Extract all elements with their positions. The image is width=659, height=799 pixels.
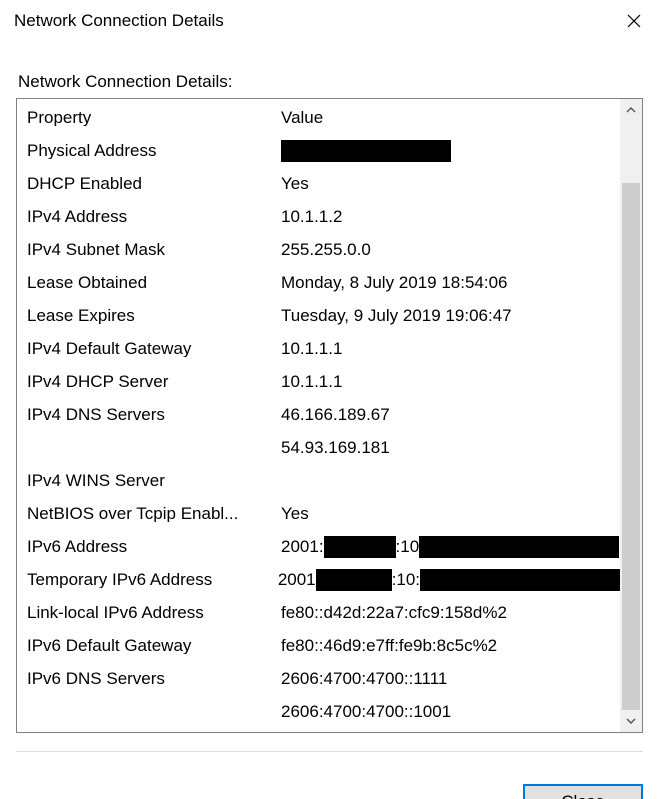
table-row: IPv6 DNS Servers 2606:4700:4700::1111 (27, 662, 620, 695)
table-row: IPv4 Default Gateway 10.1.1.1 (27, 332, 620, 365)
table-row: IPv4 DNS Servers 46.166.189.67 (27, 398, 620, 431)
prop-value: Tuesday, 9 July 2019 19:06:47 (281, 307, 620, 324)
prop-label: Link-local IPv6 Address (27, 604, 281, 621)
prop-label: IPv6 Default Gateway (27, 637, 281, 654)
prop-label: Lease Obtained (27, 274, 281, 291)
window-title: Network Connection Details (14, 11, 224, 31)
prop-value: 2606:4700:4700::1001 (281, 703, 620, 720)
prop-value: Monday, 8 July 2019 18:54:06 (281, 274, 620, 291)
prop-value: Yes (281, 175, 620, 192)
details-list-body: Property Value Physical Address DHCP Ena… (17, 99, 620, 732)
scroll-up-icon[interactable] (620, 99, 642, 121)
close-button-label: Close (561, 792, 604, 799)
prop-label: DHCP Enabled (27, 175, 281, 192)
table-row: Temporary IPv6 Address 2001 :10: (27, 563, 620, 596)
redacted-block (316, 569, 392, 591)
redacted-block (281, 140, 451, 162)
table-row: Lease Expires Tuesday, 9 July 2019 19:06… (27, 299, 620, 332)
redacted-block (324, 536, 396, 558)
table-row: IPv4 DHCP Server 10.1.1.1 (27, 365, 620, 398)
table-row: 54.93.169.181 (27, 431, 620, 464)
prop-value: Yes (281, 505, 620, 522)
close-icon[interactable] (609, 0, 659, 42)
prop-label: Physical Address (27, 142, 281, 159)
prop-label: NetBIOS over Tcpip Enabl... (27, 505, 281, 522)
prop-label: Lease Expires (27, 307, 281, 324)
prop-label: IPv4 WINS Server (27, 472, 281, 489)
header-row: Property Value (27, 101, 620, 134)
scroll-down-icon[interactable] (620, 710, 642, 732)
dialog-content: Network Connection Details: Property Val… (0, 42, 659, 768)
prop-value: 46.166.189.67 (281, 406, 620, 423)
table-row: IPv4 WINS Server (27, 464, 620, 497)
prop-label: IPv6 Address (27, 538, 281, 555)
dialog-window: Network Connection Details Network Conne… (0, 0, 659, 799)
prop-value: 10.1.1.1 (281, 340, 620, 357)
prop-value: fe80::46d9:e7ff:fe9b:8c5c%2 (281, 637, 620, 654)
prop-value (281, 140, 620, 162)
redacted-block (419, 536, 619, 558)
prop-label: IPv4 DHCP Server (27, 373, 281, 390)
table-row: Link-local IPv6 Address fe80::d42d:22a7:… (27, 596, 620, 629)
prop-label: IPv4 Subnet Mask (27, 241, 281, 258)
prop-value: 10.1.1.1 (281, 373, 620, 390)
title-bar: Network Connection Details (0, 0, 659, 42)
prop-value: 2606:4700:4700::1111 (281, 670, 620, 687)
prop-label: IPv4 Default Gateway (27, 340, 281, 357)
prop-value: 2001 :10: (278, 569, 620, 591)
prop-value: fe80::d42d:22a7:cfc9:158d%2 (281, 604, 620, 621)
prop-label: Temporary IPv6 Address (27, 571, 278, 588)
col-header-value: Value (281, 109, 620, 126)
section-label: Network Connection Details: (18, 72, 643, 92)
scrollbar[interactable] (620, 99, 642, 732)
table-row: DHCP Enabled Yes (27, 167, 620, 200)
redacted-block (420, 569, 620, 591)
close-button[interactable]: Close (523, 784, 643, 799)
scroll-thumb[interactable] (622, 183, 640, 710)
text-fragment: 2001: (281, 538, 324, 555)
prop-value: 2001: :10 (281, 536, 620, 558)
table-row: Lease Obtained Monday, 8 July 2019 18:54… (27, 266, 620, 299)
table-row: Physical Address (27, 134, 620, 167)
prop-label: IPv6 DNS Servers (27, 670, 281, 687)
table-row: IPv6 Address 2001: :10 (27, 530, 620, 563)
prop-value: 54.93.169.181 (281, 439, 620, 456)
table-row: IPv4 Address 10.1.1.2 (27, 200, 620, 233)
prop-label: IPv4 Address (27, 208, 281, 225)
details-list: Property Value Physical Address DHCP Ena… (16, 98, 643, 733)
prop-value: 10.1.1.2 (281, 208, 620, 225)
col-header-property: Property (27, 109, 281, 126)
prop-label: IPv4 DNS Servers (27, 406, 281, 423)
table-row: NetBIOS over Tcpip Enabl... Yes (27, 497, 620, 530)
scroll-track[interactable] (620, 121, 642, 710)
table-row: 2606:4700:4700::1001 (27, 695, 620, 728)
separator (16, 751, 643, 752)
text-fragment: :10 (396, 538, 420, 555)
text-fragment: :10: (392, 571, 420, 588)
text-fragment: 2001 (278, 571, 316, 588)
prop-value: 255.255.0.0 (281, 241, 620, 258)
table-row: IPv4 Subnet Mask 255.255.0.0 (27, 233, 620, 266)
table-row: IPv6 Default Gateway fe80::46d9:e7ff:fe9… (27, 629, 620, 662)
dialog-footer: Close (0, 768, 659, 799)
